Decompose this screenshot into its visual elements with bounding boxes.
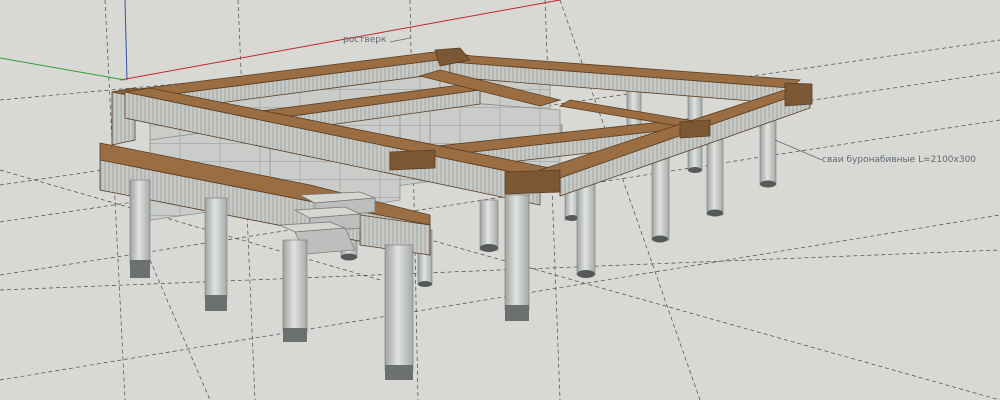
grillage-label: ростверк (343, 35, 387, 45)
pile (504, 194, 530, 321)
pile (384, 244, 414, 380)
piles-leader-line (774, 139, 823, 161)
pile (282, 239, 308, 342)
pile (204, 197, 228, 311)
piles-label: сваи буронабивные L=2100x300 (822, 155, 977, 165)
blue-axis-line (124, 0, 128, 81)
pile (479, 199, 499, 252)
pile (129, 179, 151, 278)
green-axis-line (0, 57, 126, 81)
grillage-leader-line (389, 37, 411, 43)
model-viewport[interactable]: ростверк сваи буронабивные L=2100x300 (0, 0, 1000, 400)
foundation-3d-model (0, 0, 1000, 400)
